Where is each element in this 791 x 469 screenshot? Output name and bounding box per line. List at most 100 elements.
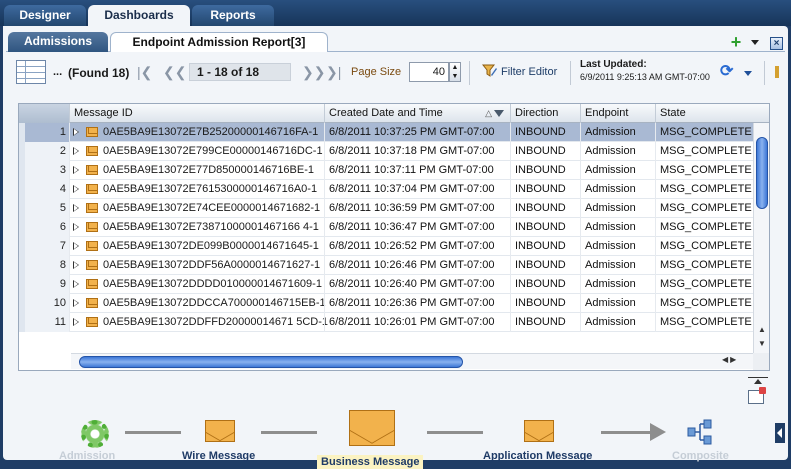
direction-cell: INBOUND (510, 313, 580, 332)
message-id[interactable]: 0AE5BA9E13072E7615300000146716A0-1 (103, 180, 317, 199)
scroll-down-icon[interactable]: ▼ (758, 339, 766, 348)
expand-row-icon[interactable] (73, 223, 79, 231)
message-flow: Admission Wire Message Business Message … (6, 382, 781, 469)
envelope-icon (86, 222, 98, 232)
row-number: 5 (19, 199, 69, 218)
flow-step-business-message[interactable]: Business Message (317, 455, 424, 469)
flow-step-wire-message[interactable]: Wire Message (182, 450, 255, 462)
table-row[interactable]: 8 0AE5BA9E13072DDF56A0000014671627-1 6/8/2… (19, 256, 769, 275)
add-dropdown-icon[interactable] (751, 40, 759, 45)
state-cell: MSG_COMPLETE (655, 275, 753, 294)
created-cell: 6/8/2011 10:26:01 PM GMT-07:00 (324, 313, 510, 332)
column-header-created[interactable]: Created Date and Time △ (324, 104, 510, 123)
row-number: 3 (19, 161, 69, 180)
row-marker (19, 294, 25, 313)
endpoint-cell: Admission (580, 256, 655, 275)
page-size-label: Page Size (351, 66, 402, 78)
filter-editor-button[interactable]: Filter Editor (501, 66, 557, 78)
page-size-input[interactable]: 40 (409, 62, 449, 82)
side-panel-toggle[interactable] (775, 423, 785, 443)
table-row[interactable]: 10 0AE5BA9E13072DDCCA700000146715EB-1 6/8/… (19, 294, 769, 313)
expand-row-icon[interactable] (73, 166, 79, 174)
expand-row-icon[interactable] (73, 242, 79, 250)
column-header-endpoint[interactable]: Endpoint (580, 104, 655, 123)
flow-step-application-message[interactable]: Application Message (483, 450, 592, 462)
table-row[interactable]: 9 0AE5BA9E13072DDDD010000014671609-1 6/8/2… (19, 275, 769, 294)
message-id[interactable]: 0AE5BA9E13072DDF56A0000014671627-1 (103, 256, 320, 275)
row-number: 7 (19, 237, 69, 256)
table-row[interactable]: 2 0AE5BA9E13072E799CE00000146716DC-1 6/8/2… (19, 142, 769, 161)
close-icon[interactable]: × (770, 37, 783, 50)
expand-row-icon[interactable] (73, 299, 79, 307)
vertical-scrollbar[interactable]: ▲ ▼ (753, 123, 769, 353)
message-id[interactable]: 0AE5BA9E13072DDFFD20000014671 5CD-1 (103, 313, 328, 332)
expand-row-icon[interactable] (73, 318, 79, 326)
horizontal-scrollbar[interactable] (71, 353, 753, 369)
row-number: 8 (19, 256, 69, 275)
expand-row-icon[interactable] (73, 185, 79, 193)
flow-step-composite[interactable]: Composite (672, 450, 729, 462)
add-icon[interactable]: + (728, 33, 744, 51)
flow-connector (601, 431, 653, 434)
state-cell: MSG_COMPLETE (655, 123, 753, 142)
more-options[interactable]: ... (53, 66, 62, 78)
report-toolbar: ... (Found 18) |❮ ❮❮ 1 - 18 of 18 ❯❯ ❯| … (6, 56, 785, 90)
horizontal-scroll-thumb[interactable] (79, 356, 463, 368)
message-id[interactable]: 0AE5BA9E13072E73871000001467166 4-1 (103, 218, 319, 237)
message-id[interactable]: 0AE5BA9E13072DE099B0000014671645-1 (103, 237, 319, 256)
sort-descending-icon[interactable]: △ (485, 104, 504, 123)
endpoint-cell: Admission (580, 294, 655, 313)
expand-row-icon[interactable] (73, 204, 79, 212)
envelope-icon (86, 203, 98, 213)
table-row[interactable]: 1 0AE5BA9E13072E7B25200000146716FA-1 6/8/2… (19, 123, 769, 142)
vertical-scroll-thumb[interactable] (756, 137, 768, 209)
endpoint-cell: Admission (580, 275, 655, 294)
envelope-icon (86, 184, 98, 194)
expand-row-icon[interactable] (73, 280, 79, 288)
table-row[interactable]: 5 0AE5BA9E13072E74CEE0000014671682-1 6/8/2… (19, 199, 769, 218)
tab-reports[interactable]: Reports (192, 5, 274, 26)
message-id[interactable]: 0AE5BA9E13072E7B25200000146716FA-1 (103, 123, 318, 142)
row-number: 1 (19, 123, 69, 142)
page-size-spinner[interactable]: ▲ ▼ (449, 62, 461, 82)
dashboard-panel: Admissions Endpoint Admission Report[3] … (3, 26, 788, 469)
table-row[interactable]: 6 0AE5BA9E13072E73871000001467166 4-1 6/8/… (19, 218, 769, 237)
table-view-icon[interactable] (16, 60, 46, 84)
envelope-icon (86, 260, 98, 270)
expand-row-icon[interactable] (73, 128, 79, 136)
message-id[interactable]: 0AE5BA9E13072E74CEE0000014671682-1 (103, 199, 320, 218)
state-cell: MSG_COMPLETE (655, 294, 753, 313)
overflow-icon[interactable] (775, 66, 779, 78)
refresh-icon[interactable]: ⟳ (720, 64, 738, 82)
last-page-icon[interactable]: ❯| (326, 64, 341, 81)
message-id[interactable]: 0AE5BA9E13072DDDD010000014671609-1 (103, 275, 322, 294)
tab-endpoint-admission-report[interactable]: Endpoint Admission Report[3] (110, 32, 328, 52)
table-row[interactable]: 4 0AE5BA9E13072E7615300000146716A0-1 6/8/2… (19, 180, 769, 199)
message-id[interactable]: 0AE5BA9E13072E799CE00000146716DC-1 (103, 142, 323, 161)
message-id[interactable]: 0AE5BA9E13072E77D850000146716BE-1 (103, 161, 314, 180)
column-header-message-id[interactable]: Message ID (69, 104, 324, 123)
tab-dashboards[interactable]: Dashboards (88, 5, 190, 26)
column-header-direction[interactable]: Direction (510, 104, 580, 123)
flow-step-admission[interactable]: Admission (59, 450, 115, 462)
previous-page-icon[interactable]: ❮❮ (163, 64, 186, 81)
expand-row-icon[interactable] (73, 261, 79, 269)
tab-designer[interactable]: Designer (4, 5, 86, 26)
scroll-up-icon[interactable]: ▲ (758, 325, 766, 334)
table-row[interactable]: 11 0AE5BA9E13072DDFFD20000014671 5CD-1 6/8… (19, 313, 769, 332)
direction-cell: INBOUND (510, 123, 580, 142)
refresh-dropdown-icon[interactable] (744, 71, 752, 76)
scroll-left-right-icon[interactable]: ◀▶ (722, 355, 738, 364)
expand-row-icon[interactable] (73, 147, 79, 155)
state-cell: MSG_COMPLETE (655, 180, 753, 199)
table-row[interactable]: 7 0AE5BA9E13072DE099B0000014671645-1 6/8/2… (19, 237, 769, 256)
message-id[interactable]: 0AE5BA9E13072DDCCA700000146715EB-1 (103, 294, 326, 313)
tab-admissions[interactable]: Admissions (8, 32, 108, 52)
row-marker (19, 161, 25, 180)
first-page-icon[interactable]: |❮ (137, 64, 152, 81)
endpoint-cell: Admission (580, 237, 655, 256)
column-header-state[interactable]: State (655, 104, 769, 123)
next-page-icon[interactable]: ❯❯ (302, 64, 325, 81)
filter-icon[interactable] (482, 63, 498, 79)
table-row[interactable]: 3 0AE5BA9E13072E77D850000146716BE-1 6/8/20… (19, 161, 769, 180)
